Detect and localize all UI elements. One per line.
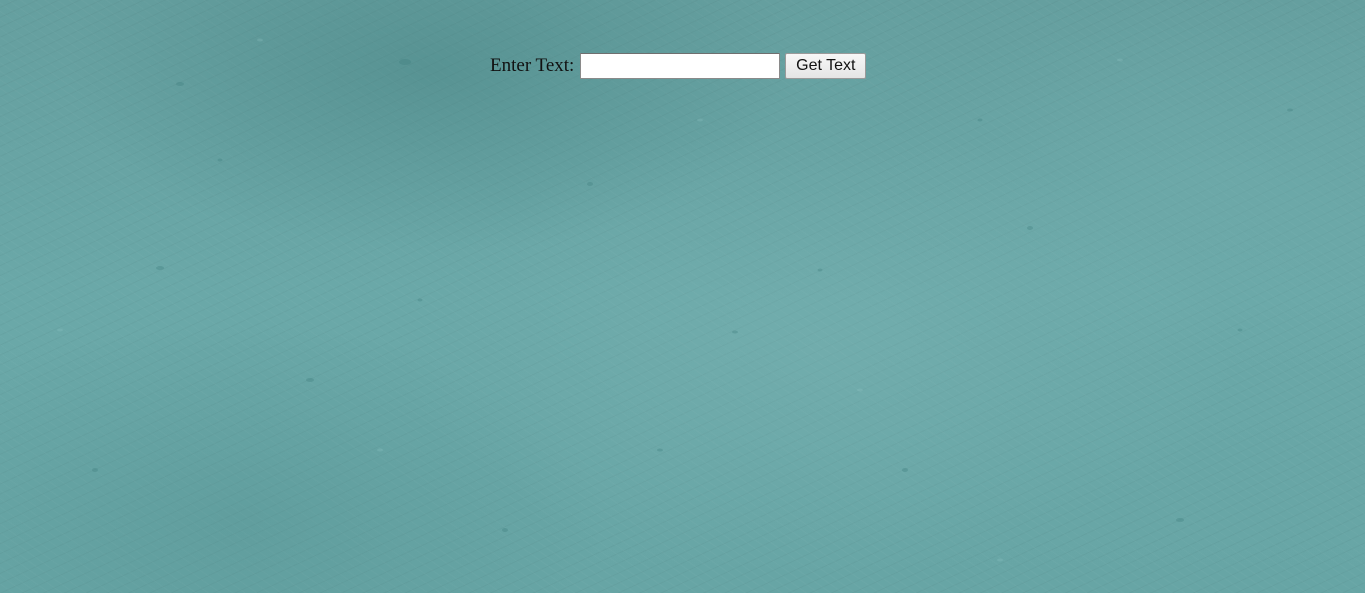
enter-text-label: Enter Text: [490,55,575,76]
text-input[interactable] [580,53,781,79]
textured-teal-background [0,0,1365,593]
get-text-button[interactable]: Get Text [785,53,867,79]
text-entry-form: Enter Text: Get Text [490,53,867,79]
background-texture [57,38,1293,562]
